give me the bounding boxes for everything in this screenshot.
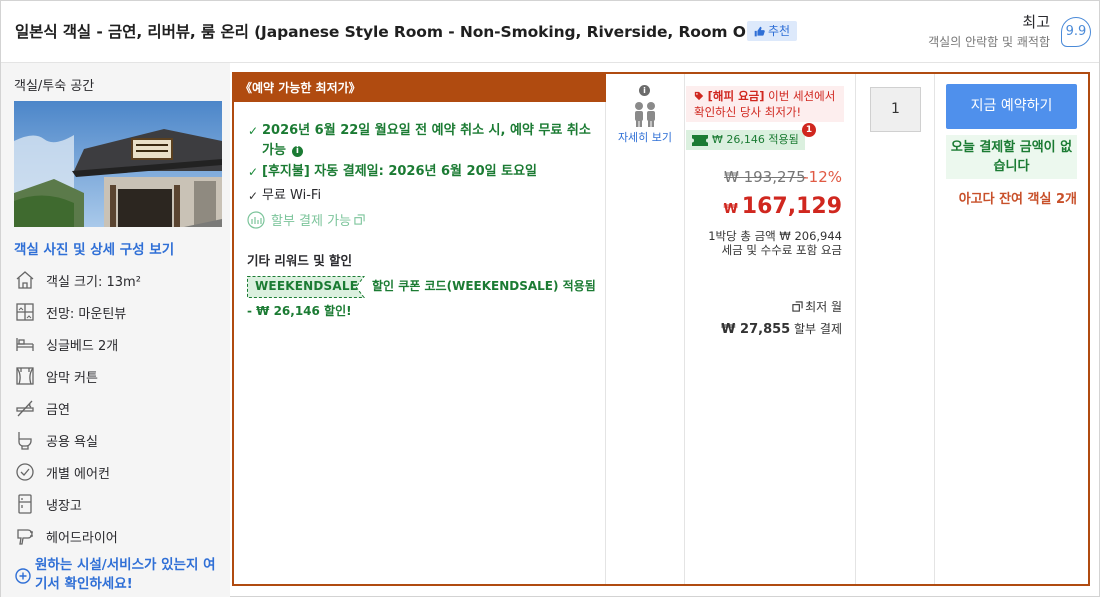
room-photo[interactable] [14, 101, 222, 227]
info-icon[interactable]: i [291, 146, 303, 157]
free-cancel-condition: ✓ 2026년 6월 22일 월요일 전 예약 취소 시, 예약 무료 취소 가… [248, 121, 593, 161]
coupon-applied-text: 할인 쿠폰 코드(WEEKENDSALE) 적용됨 [372, 279, 596, 293]
tax-included-text: 세금 및 수수료 포함 요금 [721, 243, 842, 257]
pay-later-tag: [후지불] [262, 164, 310, 179]
ryokan-photo-illustration [14, 101, 222, 227]
installment-available[interactable]: 할부 결제 가능 [247, 210, 365, 229]
air-conditioner-icon [14, 461, 36, 483]
occupancy-info-icon[interactable]: i [639, 85, 650, 96]
wifi-text: 무료 Wi-Fi [262, 188, 322, 203]
pay-later-condition: ✓ [후지불] 자동 결제일: 2026년 6월 20일 토요일 [248, 162, 537, 182]
amenity-view: 전망: 마운틴뷰 [14, 301, 126, 323]
price-tag-icon [694, 91, 704, 101]
original-price: ₩ 193,275 [724, 168, 806, 186]
offer-box: 《예약 가능한 최저가》 ✓ 2026년 6월 22일 월요일 전 예약 취소 … [232, 72, 1090, 586]
bed-icon [14, 333, 36, 355]
installment-lowest-label: 최저 월 [792, 298, 842, 315]
discount-applied-text: ₩ 26,146 적용됨 [712, 133, 799, 146]
amenity-beds: 싱글베드 2개 [14, 333, 118, 355]
column-divider [934, 74, 935, 584]
room-photos-link[interactable]: 객실 사진 및 상세 구성 보기 [14, 238, 174, 258]
room-title: 일본식 객실 - 금연, 리버뷰, 룸 온리 (Japanese Style R… [15, 23, 779, 41]
coupon-code: WEEKENDSALE [255, 279, 359, 293]
installment-lowest-text: 최저 월 [805, 300, 842, 314]
amenity-label: 암막 커튼 [46, 370, 98, 386]
rooms-left-note: 아고다 잔여 객실 2개 [958, 192, 1077, 207]
total-per-night: 1박당 총 금액 ₩ 206,944 [708, 229, 842, 243]
amenity-search-link[interactable]: 원하는 시설/서비스가 있는지 여기서 확인하세요! [15, 556, 225, 594]
amenity-hair-dryer: 헤어드라이어 [14, 525, 118, 547]
recommend-badge[interactable]: 추천 [747, 21, 798, 41]
free-cancel-text: 2026년 6월 22일 월요일 전 예약 취소 시, 예약 무료 취소 가능 [262, 123, 591, 158]
amenity-label: 싱글베드 2개 [46, 338, 119, 354]
currency-symbol: ₩ [723, 202, 738, 217]
rating-subtitle: 객실의 안락함 및 쾌적함 [928, 35, 1050, 49]
column-divider [684, 74, 685, 584]
rating-word: 최고 [1022, 13, 1050, 31]
hair-dryer-icon [14, 525, 36, 547]
coupon-discount-text: - ₩ 26,146 할인! [247, 304, 352, 318]
discount-count-badge: 1 [802, 123, 816, 137]
check-icon: ✓ [248, 124, 259, 138]
installment-suffix: 할부 결제 [790, 322, 842, 336]
plus-circle-icon [15, 568, 31, 586]
amenity-label: 전망: 마운틴뷰 [46, 306, 127, 322]
amenity-shared-bath: 공용 욕실 [14, 429, 98, 451]
amenity-label: 냉장고 [46, 498, 82, 514]
fridge-icon [14, 493, 36, 515]
amenity-label: 객실 크기: 13m² [46, 274, 141, 290]
thumbs-up-icon [754, 26, 765, 36]
discount-percent: -12% [803, 168, 842, 186]
recommend-label: 추천 [768, 24, 791, 38]
room-quantity-select[interactable]: 1 [870, 87, 921, 132]
check-icon: ✓ [248, 189, 259, 203]
amenity-fridge: 냉장고 [14, 493, 82, 515]
external-link-icon [792, 301, 803, 312]
no-payment-today-note: 오늘 결제할 금액이 없습니다 [946, 135, 1077, 179]
amenity-label: 금연 [46, 402, 70, 418]
wifi-condition: ✓ 무료 Wi-Fi [248, 186, 321, 206]
other-rewards-title: 기타 리워드 및 할인 [247, 253, 353, 268]
room-offer-card: 일본식 객실 - 금연, 리버뷰, 룸 온리 (Japanese Style R… [0, 0, 1100, 597]
external-link-icon [354, 214, 365, 225]
installment-icon [247, 210, 265, 229]
installment-label: 할부 결제 가능 [271, 214, 352, 229]
amenity-label: 개별 에어컨 [46, 466, 110, 482]
amenity-search-text: 원하는 시설/서비스가 있는지 여기서 확인하세요! [35, 557, 216, 592]
room-info-panel: 객실/투숙 공간 객실 사진 및 상세 구성 보기 객실 크기: 13m² 전망… [1, 63, 230, 597]
amenity-room-size: 객실 크기: 13m² [14, 269, 141, 291]
book-now-button[interactable]: 지금 예약하기 [946, 84, 1077, 129]
room-info-title: 객실/투숙 공간 [14, 79, 95, 94]
curtain-icon [14, 365, 36, 387]
amenity-non-smoking: 금연 [14, 397, 70, 419]
installment-amount-value: ₩ 27,855 [721, 322, 791, 337]
shared-bath-icon [14, 429, 36, 451]
house-icon [14, 269, 36, 291]
price-total-info: 1박당 총 금액 ₩ 206,944 세금 및 수수료 포함 요금 [708, 229, 842, 257]
column-divider [855, 74, 856, 584]
happy-rate-tag: [해피 요금] [707, 89, 765, 103]
current-price-value: 167,129 [741, 194, 842, 219]
amenity-air-conditioner: 개별 에어컨 [14, 461, 110, 483]
discount-applied-badge[interactable]: ₩ 26,146 적용됨 [686, 130, 805, 150]
check-icon: ✓ [248, 165, 259, 179]
occupancy-details-link[interactable]: 자세히 보기 [615, 130, 675, 146]
best-price-ribbon: 《예약 가능한 최저가》 [234, 74, 606, 102]
rating-score[interactable]: 9.9 [1061, 17, 1091, 47]
no-smoking-icon [14, 397, 36, 419]
window-view-icon [14, 301, 36, 323]
amenity-curtain: 암막 커튼 [14, 365, 98, 387]
amenity-label: 헤어드라이어 [46, 530, 118, 546]
column-divider [605, 74, 606, 584]
two-people-icon [631, 100, 659, 128]
room-header: 일본식 객실 - 금연, 리버뷰, 룸 온리 (Japanese Style R… [1, 1, 1099, 63]
ticket-icon [692, 134, 708, 146]
coupon-code-tag: WEEKENDSALE [247, 276, 366, 298]
pay-later-text: 자동 결제일: 2026년 6월 20일 토요일 [309, 164, 537, 179]
current-price: ₩167,129 [723, 194, 842, 219]
happy-rate-banner: [해피 요금] 이번 세션에서 확인하신 당사 최저가! [686, 86, 844, 122]
amenity-label: 공용 욕실 [46, 434, 98, 450]
installment-amount: ₩ 27,855 할부 결제 [721, 320, 842, 337]
